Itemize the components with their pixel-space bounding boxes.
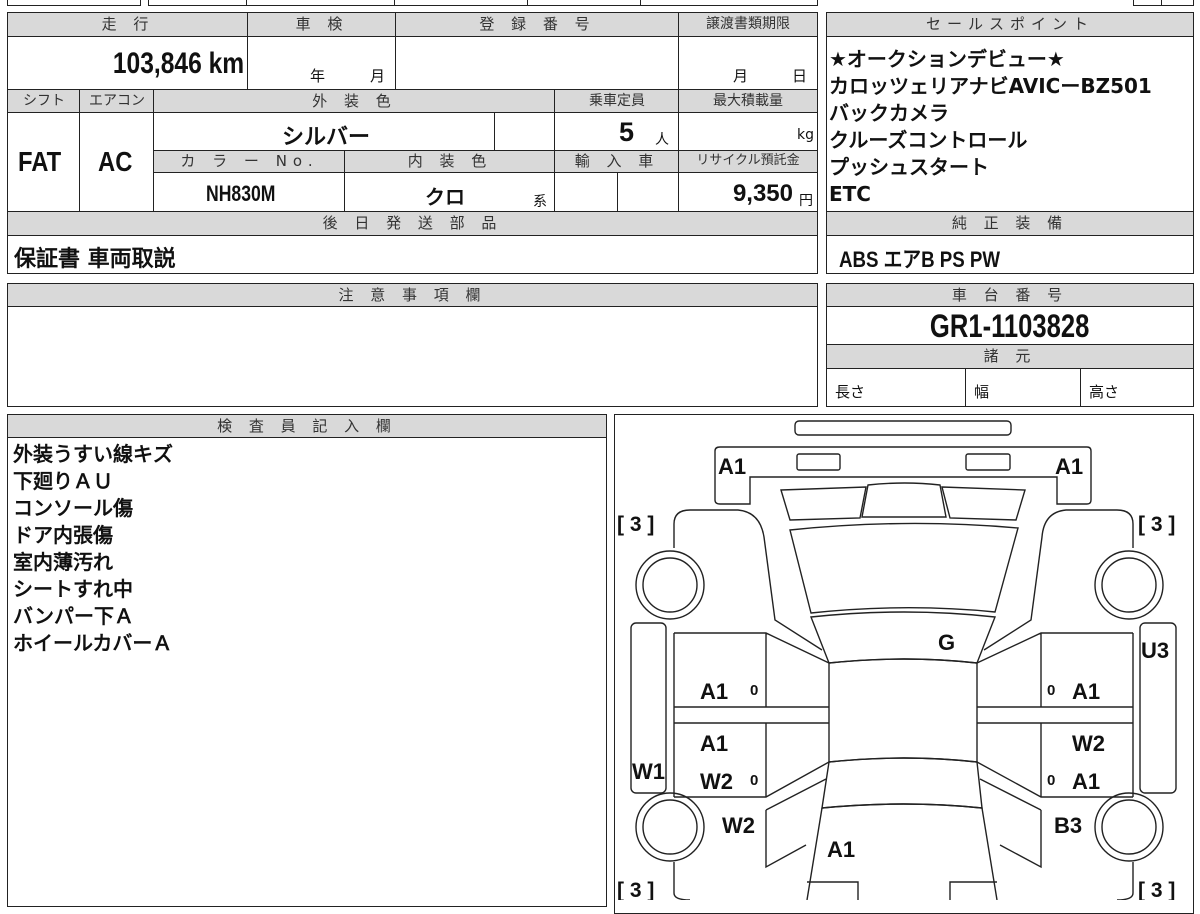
car-outline: A1 A1 [ 3 ] [ 3 ] G U3 A1 0 0 A1 A1 W2 W… — [617, 420, 1177, 900]
right-front-wheel — [1094, 550, 1164, 620]
mark-left-front-door-zero: 0 — [750, 682, 758, 699]
rear-glass — [821, 757, 983, 809]
left-fog-lamp — [796, 453, 841, 471]
mark-tire-fr: [ 3 ] — [1138, 513, 1175, 536]
right-fog-lamp — [965, 453, 1011, 471]
right-front-wheel-inner — [1101, 557, 1157, 613]
grille — [861, 482, 947, 518]
mark-left-quarter: W2 — [722, 813, 755, 838]
right-rear-wheel — [1094, 792, 1164, 862]
left-front-wheel-inner — [642, 557, 698, 613]
left-headlight — [780, 486, 867, 521]
front-bumper-lip — [794, 420, 1012, 436]
mark-right-quarter: B3 — [1054, 813, 1082, 838]
right-rear-wheel-inner — [1101, 799, 1157, 855]
mark-tire-rr: [ 3 ] — [1138, 879, 1175, 900]
mark-tire-fl: [ 3 ] — [617, 513, 654, 536]
roof — [828, 658, 978, 763]
front-bumper — [714, 446, 1092, 505]
mark-left-rocker: W1 — [632, 759, 665, 784]
mark-tire-rl: [ 3 ] — [617, 879, 654, 900]
hood — [789, 522, 1019, 614]
mark-right-rear-door-1: W2 — [1072, 731, 1105, 756]
mark-front-right: A1 — [1055, 454, 1083, 479]
windshield — [810, 611, 996, 664]
mark-windshield: G — [938, 630, 955, 655]
mark-right-rocker: U3 — [1141, 638, 1169, 663]
mark-right-front-door: A1 — [1072, 679, 1100, 704]
mark-left-rear-door-2: W2 — [700, 769, 733, 794]
mark-left-front-door: A1 — [700, 679, 728, 704]
right-front-fender — [983, 509, 1134, 651]
mark-right-front-door-zero: 0 — [1047, 682, 1055, 699]
mark-left-rear-door-zero: 0 — [750, 772, 758, 789]
mark-trunk: A1 — [827, 837, 855, 862]
left-rear-wheel — [635, 792, 705, 862]
right-headlight — [941, 486, 1026, 521]
left-front-wheel — [635, 550, 705, 620]
mark-right-rear-door-zero: 0 — [1047, 772, 1055, 789]
mark-front-left: A1 — [718, 454, 746, 479]
mark-left-rear-door-1: A1 — [700, 731, 728, 756]
left-rear-wheel-inner — [642, 799, 698, 855]
rear-bumper — [807, 881, 997, 900]
mark-right-rear-door-2: A1 — [1072, 769, 1100, 794]
